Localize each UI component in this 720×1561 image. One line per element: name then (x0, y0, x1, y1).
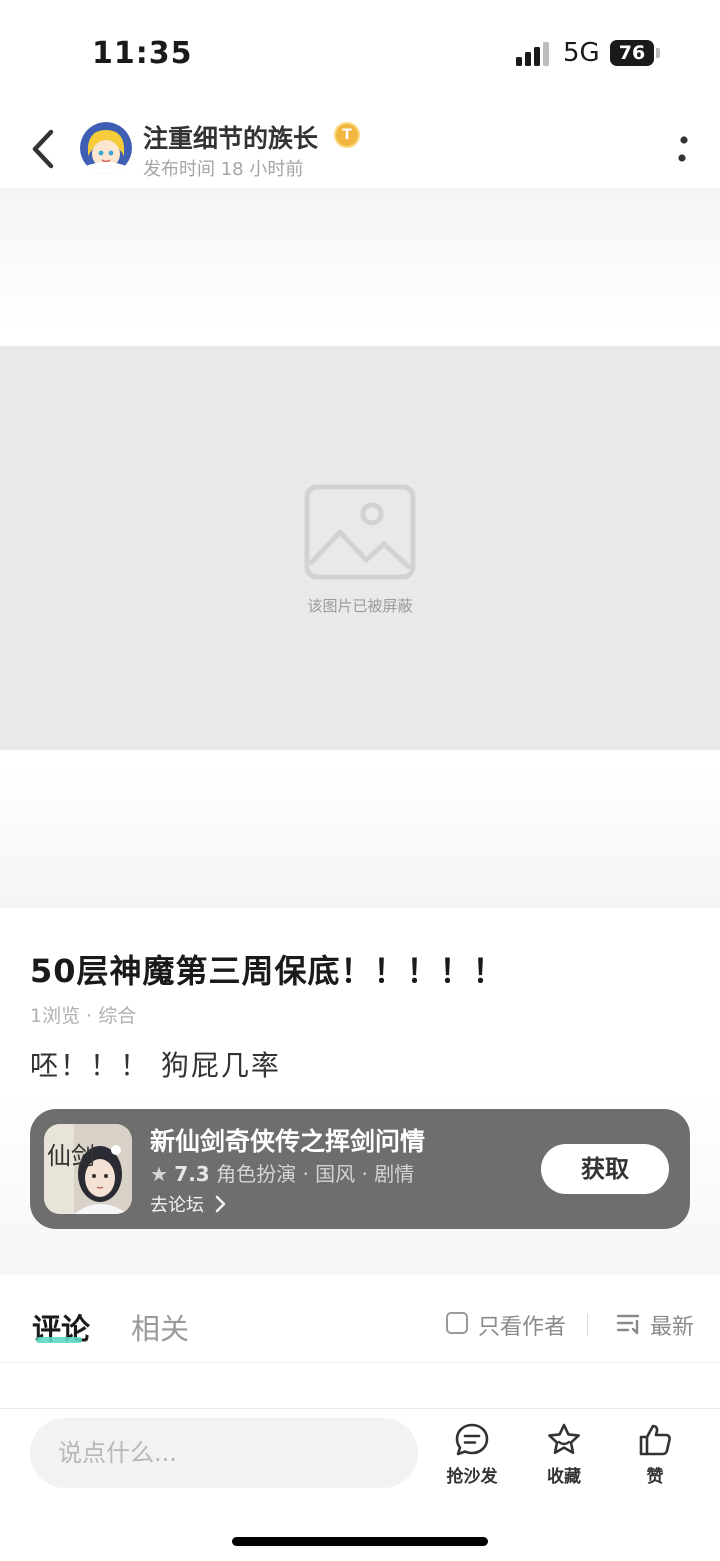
publish-time: 发布时间 18 小时前 (143, 159, 304, 180)
back-arrow-icon[interactable] (26, 126, 60, 172)
battery-level: 76 (610, 40, 654, 66)
divider (587, 1314, 588, 1336)
sofa-button[interactable]: 抢沙发 (437, 1422, 507, 1487)
forum-link-label: 去论坛 (150, 1195, 204, 1216)
author-name[interactable]: 注重细节的族长 (143, 119, 318, 155)
only-author-checkbox[interactable] (446, 1312, 468, 1334)
thumbs-up-icon (639, 1424, 671, 1456)
only-author-label[interactable]: 只看作者 (478, 1309, 566, 1341)
bottom-bar-divider (0, 1408, 720, 1409)
cellular-signal-icon (516, 42, 549, 66)
level-badge: T (334, 122, 360, 148)
favorite-label: 收藏 (547, 1467, 581, 1487)
status-time: 11:35 (92, 36, 193, 71)
comment-bubble-icon (455, 1423, 489, 1456)
game-name[interactable]: 新仙剑奇侠传之挥剑问情 (150, 1122, 425, 1158)
get-button[interactable]: 获取 (541, 1144, 669, 1194)
like-label: 赞 (646, 1467, 664, 1487)
blocked-image-text: 该图片已被屏蔽 (307, 597, 413, 615)
divider (0, 1362, 720, 1363)
favorite-button[interactable]: 收藏 (529, 1422, 599, 1487)
game-icon-text: 仙剑 (47, 1142, 95, 1170)
game-rating-value: 7.3 (174, 1162, 210, 1186)
avatar[interactable] (80, 122, 132, 174)
game-tags: 角色扮演 · 国风 · 剧情 (216, 1162, 415, 1186)
more-options-icon[interactable] (672, 132, 692, 168)
chevron-right-icon (215, 1195, 226, 1213)
image-placeholder-icon (304, 484, 416, 580)
sort-label[interactable]: 最新 (650, 1309, 694, 1341)
post-content: 呸！！！ 狗屁几率 (30, 1049, 281, 1082)
star-icon: ★ (150, 1162, 168, 1186)
home-indicator[interactable] (232, 1537, 488, 1546)
game-icon[interactable]: 仙剑 (44, 1124, 132, 1214)
comment-input[interactable] (30, 1418, 418, 1488)
post-meta: 1浏览 · 综合 (30, 1005, 137, 1027)
star-icon (548, 1423, 580, 1455)
sofa-label: 抢沙发 (446, 1467, 498, 1487)
active-tab-indicator (36, 1337, 82, 1343)
sort-icon[interactable] (616, 1312, 642, 1336)
network-type: 5G (563, 38, 600, 68)
game-rating-row: ★ 7.3 角色扮演 · 国风 · 剧情 (150, 1158, 414, 1187)
like-button[interactable]: 赞 (620, 1422, 690, 1487)
post-title: 50层神魔第三周保底！！！！！ (30, 952, 506, 990)
tab-related[interactable]: 相关 (131, 1306, 189, 1348)
battery-cap (656, 48, 660, 58)
go-to-forum-link[interactable]: 去论坛 (150, 1191, 226, 1217)
